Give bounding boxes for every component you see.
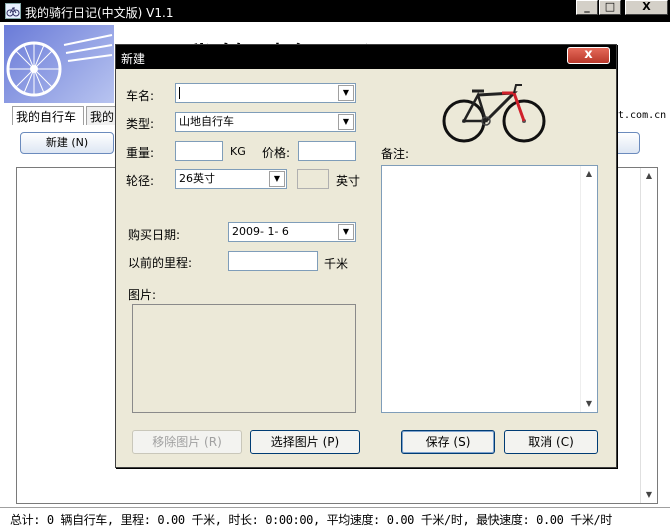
toolbar-right-button[interactable] — [614, 132, 640, 154]
wheel-unit: 英寸 — [336, 174, 361, 188]
bike-name-combobox[interactable]: ▼ — [175, 83, 356, 103]
choose-picture-button[interactable]: 选择图片 (P) — [250, 430, 360, 454]
wheel-custom-input — [297, 169, 329, 189]
purchase-date-label: 购买日期: — [128, 228, 181, 242]
close-window-button[interactable]: X — [625, 0, 668, 15]
window-title: 我的骑行日记(中文版) V1.1 — [25, 6, 174, 20]
scroll-up-icon[interactable]: ▲ — [641, 168, 657, 184]
remark-scrollbar[interactable]: ▲ ▼ — [580, 166, 597, 412]
minimize-button[interactable]: _ — [576, 0, 598, 15]
bicycle-icon — [442, 75, 546, 145]
dialog-title: 新建 — [121, 52, 146, 66]
bike-type-value: 山地自行车 — [179, 115, 234, 128]
previous-km-label: 以前的里程: — [128, 256, 193, 270]
scroll-up-icon[interactable]: ▲ — [581, 166, 597, 182]
dialog-titlebar: 新建 x — [116, 45, 616, 69]
status-bar: 总计: 0 辆自行车, 里程: 0.00 千米, 时长: 0:00:00, 平均… — [0, 507, 670, 529]
scroll-down-icon[interactable]: ▼ — [581, 396, 597, 412]
purchase-date-value: 2009- 1- 6 — [232, 225, 289, 238]
purchase-date-picker[interactable]: 2009- 1- 6 ▼ — [228, 222, 356, 242]
previous-km-input[interactable] — [228, 251, 318, 271]
price-label: 价格: — [262, 146, 291, 160]
bicycle-app-icon — [5, 3, 21, 19]
text-caret — [179, 87, 180, 99]
name-label: 车名: — [126, 89, 155, 103]
remark-textarea[interactable]: ▲ ▼ — [381, 165, 598, 413]
scroll-down-icon[interactable]: ▼ — [641, 487, 657, 503]
picture-label: 图片: — [128, 288, 157, 302]
list-scrollbar[interactable]: ▲ ▼ — [640, 168, 657, 503]
wheel-size-select[interactable]: 26英寸 ▼ — [175, 169, 287, 189]
price-input[interactable] — [298, 141, 356, 161]
weight-label: 重量: — [126, 146, 155, 160]
remark-label: 备注: — [381, 147, 410, 161]
new-bike-button[interactable]: 新建 (N) — [20, 132, 114, 154]
wheel-label: 轮径: — [126, 174, 155, 188]
km-unit: 千米 — [324, 257, 349, 271]
type-label: 类型: — [126, 117, 155, 131]
dialog-close-button[interactable]: x — [567, 47, 610, 64]
picture-box — [132, 304, 356, 413]
chevron-down-icon[interactable]: ▼ — [338, 224, 354, 240]
site-url: t.com.cn — [618, 110, 667, 121]
window-titlebar: 我的骑行日记(中文版) V1.1 _ □ X — [0, 0, 670, 22]
status-text: 总计: 0 辆自行车, 里程: 0.00 千米, 时长: 0:00:00, 平均… — [10, 513, 612, 527]
weight-unit: KG — [230, 145, 246, 158]
chevron-down-icon[interactable]: ▼ — [338, 85, 354, 101]
wheel-size-value: 26英寸 — [179, 172, 215, 185]
save-button[interactable]: 保存 (S) — [401, 430, 495, 454]
chevron-down-icon[interactable]: ▼ — [269, 171, 285, 187]
wheel-logo-icon — [4, 25, 114, 103]
maximize-button[interactable]: □ — [599, 0, 621, 15]
new-bike-dialog: 新建 x 车名: ▼ 类型: 山地自行车 ▼ 重量: KG 价格: 轮径: 26… — [115, 44, 617, 468]
bike-type-select[interactable]: 山地自行车 ▼ — [175, 112, 356, 132]
cancel-button[interactable]: 取消 (C) — [504, 430, 598, 454]
remove-picture-button[interactable]: 移除图片 (R) — [132, 430, 242, 454]
weight-input[interactable] — [175, 141, 223, 161]
tab-my-bikes[interactable]: 我的自行车 — [12, 106, 84, 125]
chevron-down-icon[interactable]: ▼ — [338, 114, 354, 130]
